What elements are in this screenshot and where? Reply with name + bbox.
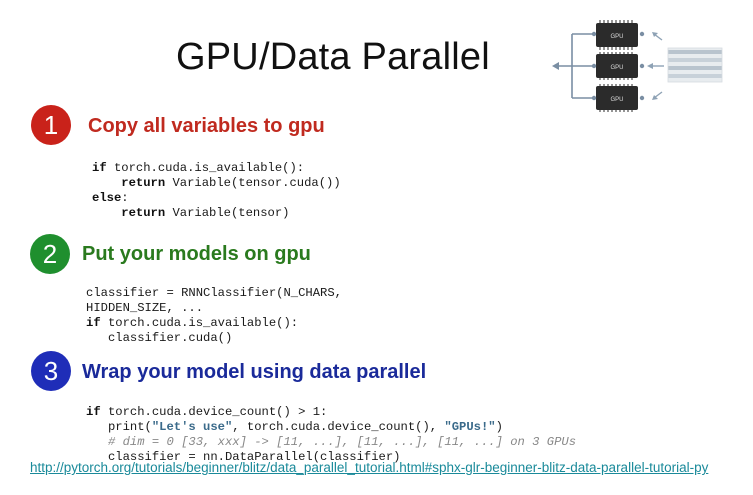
step-1-badge: 1: [31, 105, 71, 145]
code-line: return Variable(tensor.cuda()): [121, 176, 341, 190]
gpu-chip-icon: GPU: [596, 20, 638, 50]
step-1-code-block: if torch.cuda.is_available(): return Var…: [92, 146, 341, 251]
code-line: if torch.cuda.device_count() > 1:: [86, 405, 328, 419]
svg-text:GPU: GPU: [610, 97, 623, 103]
gpu-chip-icon: GPU: [596, 52, 638, 80]
step-3-badge: 3: [31, 351, 71, 391]
arrow-left-icon: [552, 62, 559, 70]
code-line: # dim = 0 [33, xxx] -> [11, ...], [11, .…: [107, 435, 577, 449]
step-3-code-block: if torch.cuda.device_count() > 1: print(…: [86, 390, 576, 495]
code-line: print("Let's use", torch.cuda.device_cou…: [107, 420, 503, 434]
tutorial-link[interactable]: http://pytorch.org/tutorials/beginner/bl…: [30, 460, 708, 475]
code-line: classifier = RNNClassifier(N_CHARS,: [86, 286, 342, 300]
data-tensor-icon: [667, 47, 723, 83]
code-line: return Variable(tensor): [121, 206, 290, 220]
gpu-parallel-diagram: GPU GPU GPU: [552, 20, 723, 112]
gpu-chip-icon: GPU: [596, 84, 638, 112]
slide-title: GPU/Data Parallel: [176, 36, 490, 78]
step-3-heading: Wrap your model using data parallel: [82, 361, 427, 383]
svg-text:GPU: GPU: [610, 65, 623, 71]
step-1-heading: Copy all variables to gpu: [88, 115, 325, 137]
code-line: HIDDEN_SIZE, ...: [86, 301, 204, 315]
code-line: else:: [92, 191, 129, 205]
svg-text:GPU: GPU: [610, 34, 623, 40]
code-line: if torch.cuda.is_available():: [92, 161, 305, 175]
code-line: classifier.cuda(): [107, 331, 233, 345]
slide: GPU/Data Parallel GPU GPU GPU 1 Copy all…: [0, 0, 753, 486]
code-line: if torch.cuda.is_available():: [86, 316, 299, 330]
step-2-badge: 2: [30, 234, 70, 274]
step-2-heading: Put your models on gpu: [82, 243, 311, 265]
